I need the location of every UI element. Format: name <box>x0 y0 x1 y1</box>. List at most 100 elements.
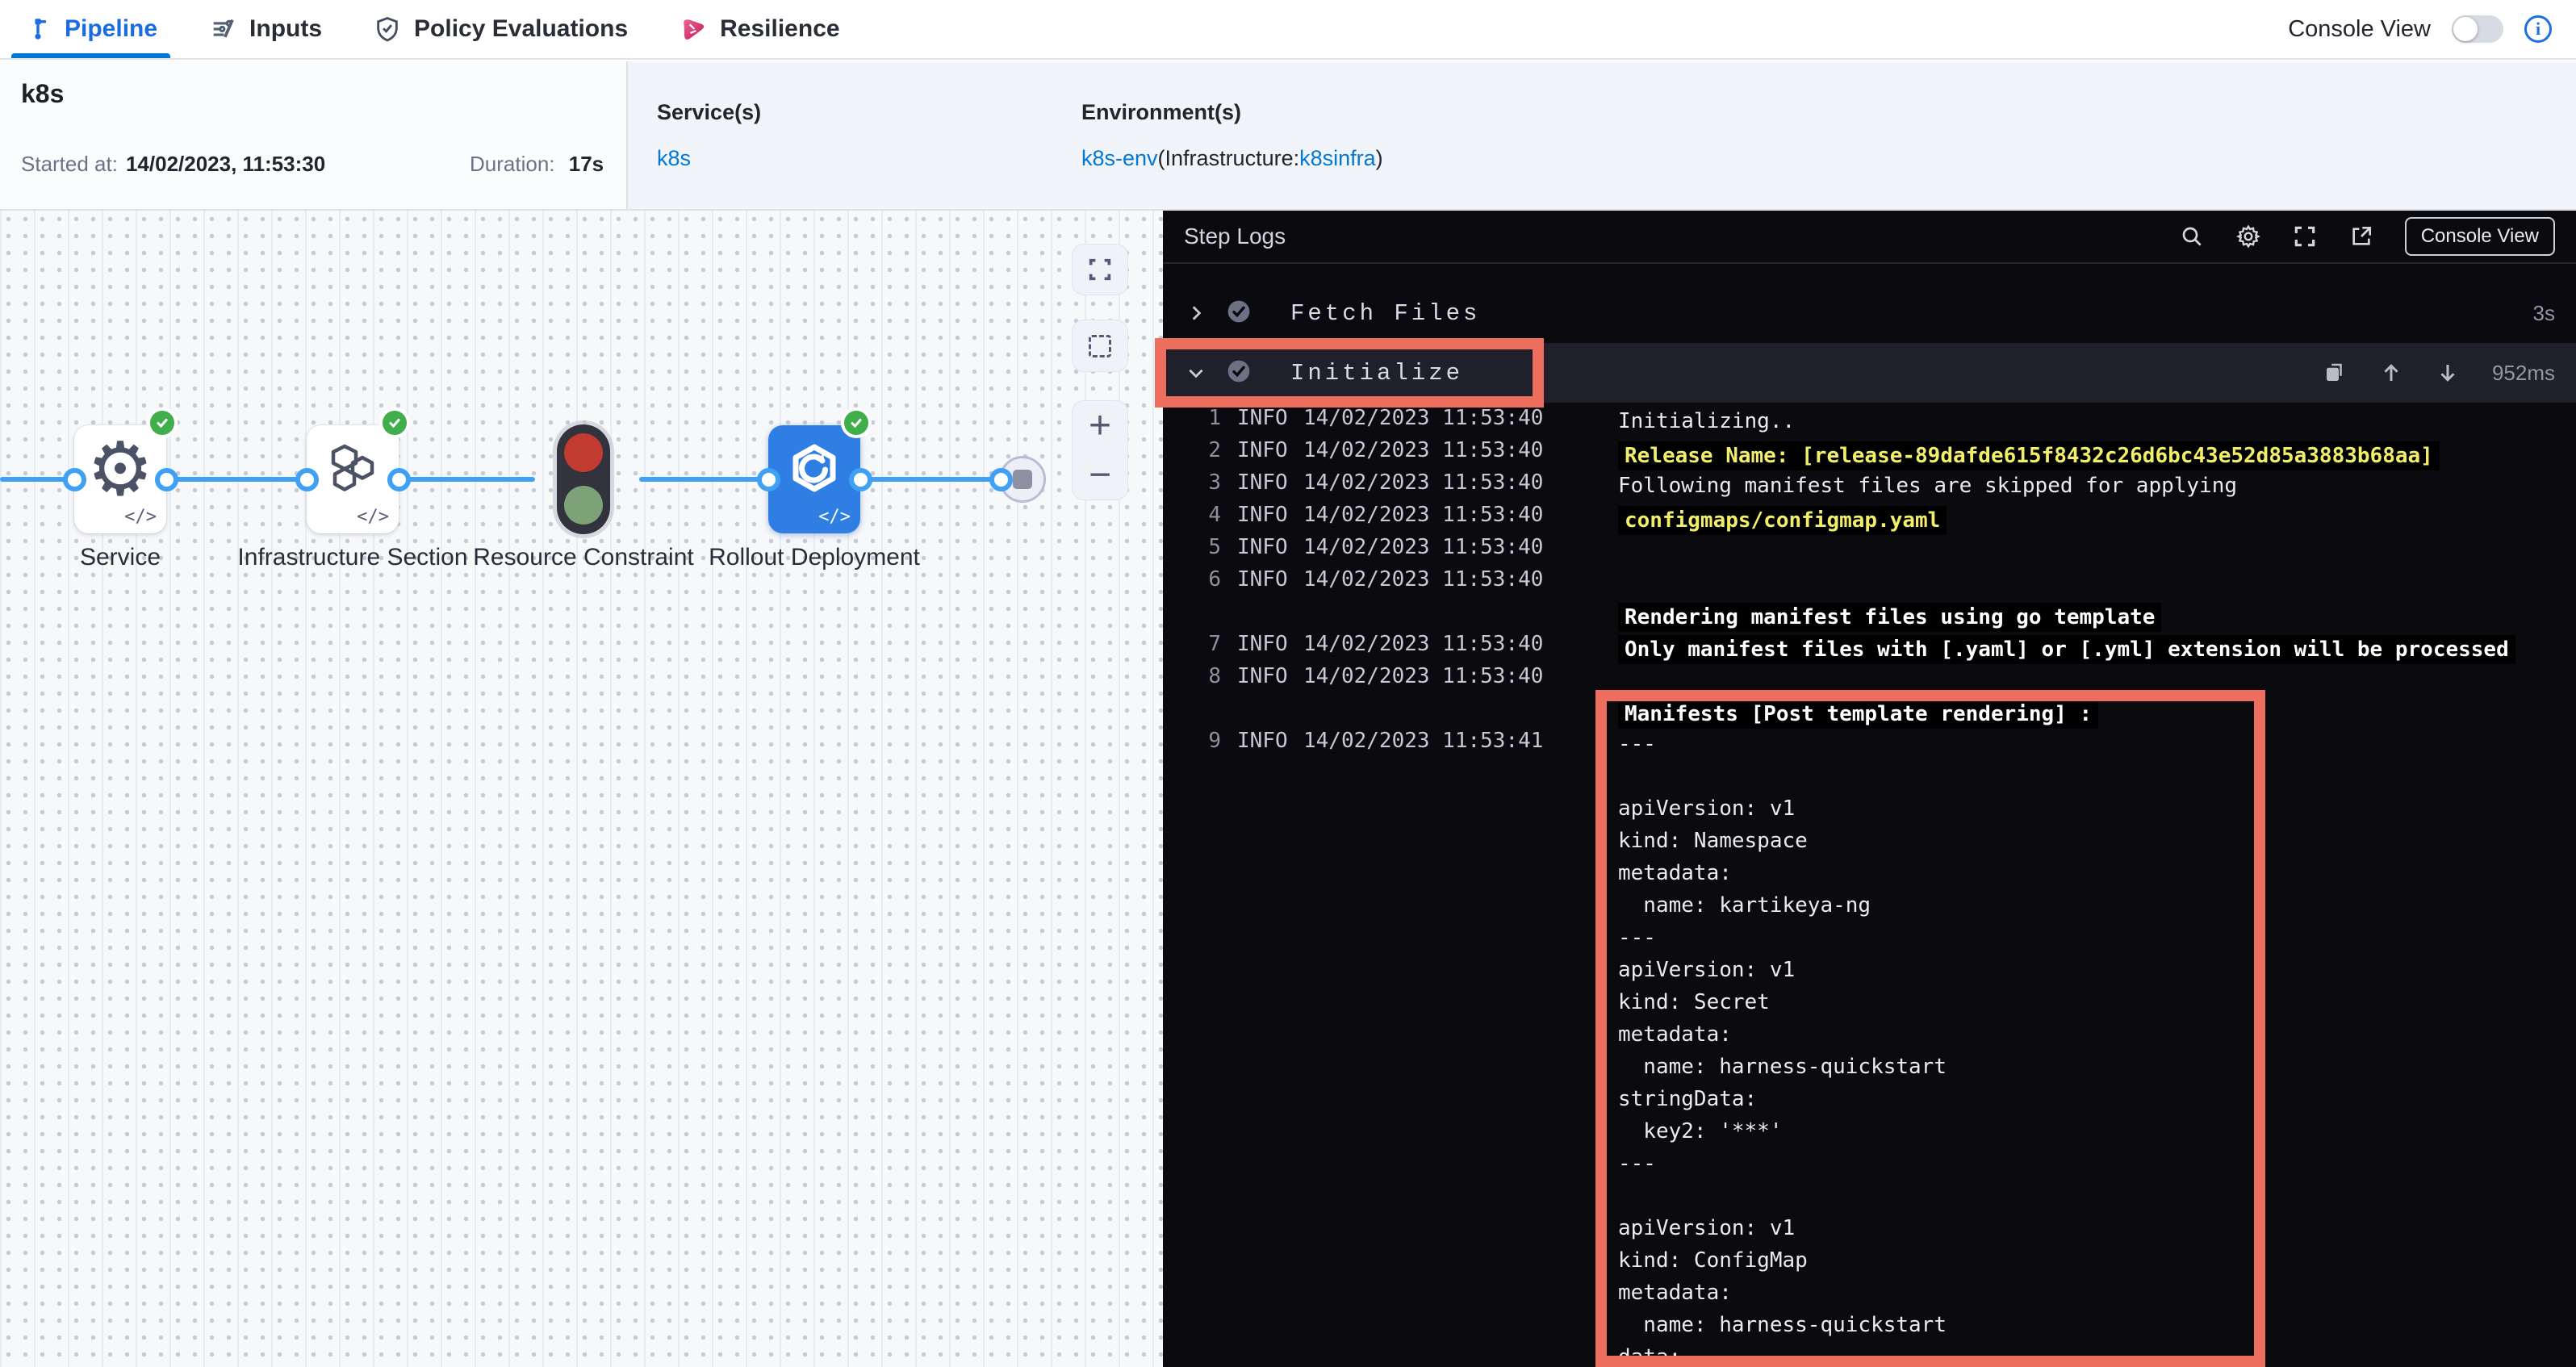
log-message: apiVersion: v1 <box>1618 958 1795 982</box>
node-label: Infrastructure Section <box>232 540 474 575</box>
node-label: Resource Constraint <box>462 540 705 575</box>
log-message: kind: Namespace <box>1618 829 1808 853</box>
step-name: Fetch Files <box>1290 300 1480 327</box>
log-row: kind: ConfigMap <box>1163 1242 2576 1274</box>
node-infrastructure[interactable]: </> <box>307 425 399 533</box>
info-icon[interactable]: i <box>2524 15 2552 43</box>
log-row: 4INFO14/02/2023 11:53:40configmaps/confi… <box>1163 500 2576 532</box>
gear-icon[interactable] <box>2235 224 2261 249</box>
scroll-down-icon[interactable] <box>2436 361 2460 385</box>
log-message: --- <box>1618 732 1656 756</box>
tab-policy-evaluations[interactable]: Policy Evaluations <box>374 0 628 58</box>
tab-inputs[interactable]: Inputs <box>209 0 322 58</box>
node-resource-constraint[interactable] <box>557 424 610 534</box>
rollout-icon <box>786 441 843 498</box>
zoom-out-button[interactable]: − <box>1073 450 1127 500</box>
infrastructure-icon <box>324 440 381 496</box>
env-infra-prefix: (Infrastructure: <box>1158 146 1300 170</box>
code-badge-icon: </> <box>818 507 851 527</box>
log-row: apiVersion: v1 <box>1163 790 2576 822</box>
services-column: Service(s) k8s <box>657 100 761 171</box>
log-rows: 1INFO14/02/2023 11:53:40Initializing..2I… <box>1163 403 2576 1367</box>
step-row-fetch-files[interactable]: Fetch Files 3s <box>1163 283 2576 343</box>
node-service[interactable]: ⚙ </> <box>74 425 166 533</box>
zoom-controls: + − <box>1073 401 1127 500</box>
log-message: stringData: <box>1618 1087 1757 1111</box>
node-rollout-deployment[interactable]: </> <box>768 425 860 533</box>
connector-port <box>757 468 780 491</box>
search-icon[interactable] <box>2179 224 2205 249</box>
log-message: name: harness-quickstart <box>1618 1313 1947 1337</box>
log-row: --- <box>1163 919 2576 951</box>
selection-icon <box>1089 335 1111 357</box>
log-row: Manifests [Post template rendering] : <box>1163 693 2576 725</box>
log-row: data: <box>1163 1339 2576 1367</box>
success-badge-icon <box>841 408 872 438</box>
success-badge-icon <box>147 408 178 438</box>
started-at: Started at: 14/02/2023, 11:53:30 <box>21 152 325 177</box>
log-row <box>1163 758 2576 790</box>
duration-label: Duration: <box>470 152 555 176</box>
selection-tool-button[interactable] <box>1073 320 1127 371</box>
tab-resilience[interactable]: Resilience <box>680 0 839 58</box>
started-label: Started at: <box>21 152 118 177</box>
step-duration: 3s <box>2533 301 2555 326</box>
connector-port <box>849 468 872 491</box>
started-value: 14/02/2023, 11:53:30 <box>126 152 325 177</box>
infrastructure-link[interactable]: k8sinfra <box>1299 146 1376 170</box>
connector-port <box>155 468 178 491</box>
tab-pipeline[interactable]: Pipeline <box>24 0 157 58</box>
log-row: apiVersion: v1 <box>1163 951 2576 984</box>
zoom-in-button[interactable]: + <box>1073 401 1127 450</box>
fit-to-screen-button[interactable] <box>1073 245 1127 295</box>
copy-icon[interactable] <box>2323 361 2347 385</box>
log-row: key2: '***' <box>1163 1113 2576 1145</box>
tab-label: Inputs <box>249 15 322 43</box>
execution-header: k8s Started at: 14/02/2023, 11:53:30 Dur… <box>0 61 2576 211</box>
log-message: metadata: <box>1618 861 1732 885</box>
console-view-toggle[interactable] <box>2452 15 2503 43</box>
log-row: 7INFO14/02/2023 11:53:40Only manifest fi… <box>1163 629 2576 661</box>
log-row: name: kartikeya-ng <box>1163 887 2576 919</box>
resilience-chaos-icon <box>680 15 707 43</box>
step-logs-toolbar: Console View <box>2179 217 2555 256</box>
success-badge-icon <box>379 408 410 438</box>
log-row: metadata: <box>1163 1016 2576 1048</box>
log-row: name: harness-quickstart <box>1163 1306 2576 1339</box>
fit-to-screen-icon <box>1086 256 1114 283</box>
step-logs-panel: Step Logs Console View Fetch Files 3s <box>1163 211 2576 1367</box>
connector-port <box>387 468 411 491</box>
log-message: configmaps/configmap.yaml <box>1618 506 1947 535</box>
log-row <box>1163 1177 2576 1210</box>
nav-tabs: Pipeline Inputs Policy Evaluations <box>0 0 840 58</box>
log-row: --- <box>1163 1145 2576 1177</box>
log-message: apiVersion: v1 <box>1618 1216 1795 1240</box>
fullscreen-icon[interactable] <box>2292 224 2318 249</box>
log-row: kind: Namespace <box>1163 822 2576 855</box>
chevron-right-icon[interactable] <box>1184 303 1208 324</box>
open-in-new-icon[interactable] <box>2348 224 2374 249</box>
log-row: metadata: <box>1163 855 2576 887</box>
services-label: Service(s) <box>657 100 761 125</box>
log-message: Only manifest files with [.yaml] or [.ym… <box>1618 635 2515 664</box>
log-message: name: kartikeya-ng <box>1618 893 1871 918</box>
log-message: key2: '***' <box>1618 1119 1783 1143</box>
step-name: Initialize <box>1290 360 1463 387</box>
app: Pipeline Inputs Policy Evaluations <box>0 0 2576 1367</box>
pipeline-canvas[interactable]: ⚙ </> </> <box>0 211 1163 1367</box>
step-row-initialize[interactable]: Initialize 952ms <box>1163 343 2576 403</box>
scroll-up-icon[interactable] <box>2379 361 2403 385</box>
environment-link[interactable]: k8s-env <box>1081 146 1158 170</box>
duration-value: 17s <box>569 152 604 176</box>
console-view-button[interactable]: Console View <box>2405 217 2555 256</box>
log-message: --- <box>1618 1152 1656 1176</box>
step-duration: 952ms <box>2492 361 2555 386</box>
chevron-down-icon[interactable] <box>1184 362 1208 383</box>
log-row: 6INFO14/02/2023 11:53:40 <box>1163 564 2576 596</box>
step-success-icon <box>1226 358 1252 388</box>
service-env-section: Service(s) k8s Environment(s) k8s-env(In… <box>626 61 2576 209</box>
traffic-light-red-icon <box>564 433 603 472</box>
pipeline-icon <box>24 15 52 43</box>
service-link[interactable]: k8s <box>657 146 691 170</box>
log-message: Initializing.. <box>1618 409 1795 433</box>
